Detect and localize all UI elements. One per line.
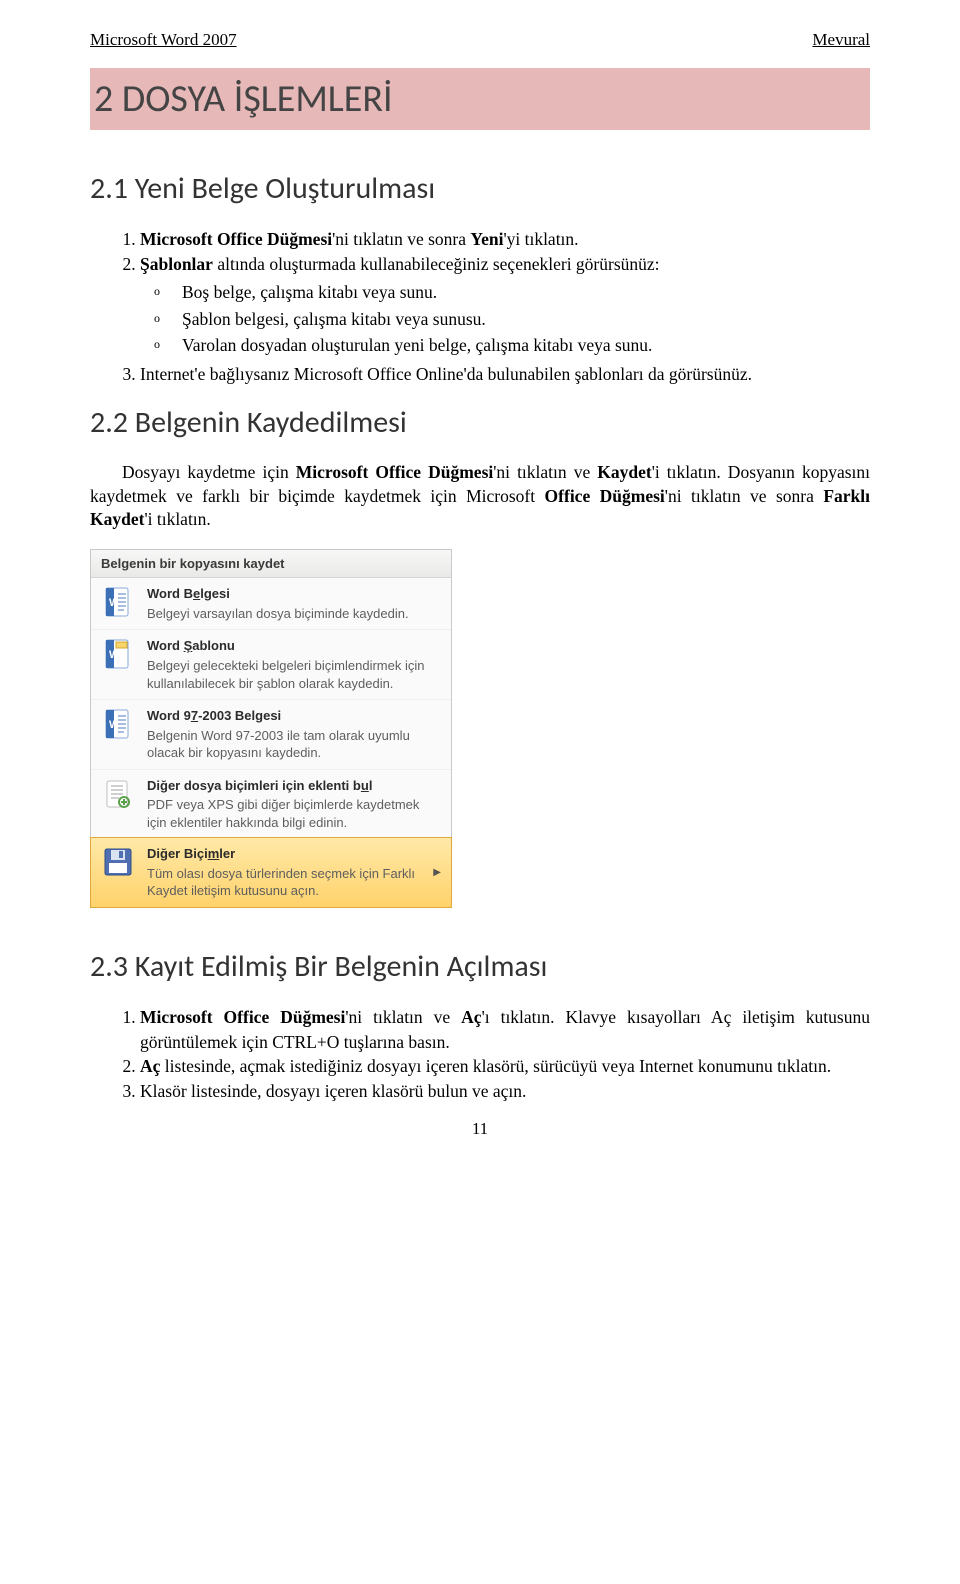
step-2-subitems: oBoş belge, çalışma kitabı veya sunu. oŞ…	[140, 280, 870, 358]
section-2-2-paragraph: Dosyayı kaydetme için Microsoft Office D…	[90, 461, 870, 532]
s23-step-1: Microsoft Office Düğmesi'ni tıklatın ve …	[140, 1005, 870, 1054]
menu-item-word-template[interactable]: W Word Şablonu Belgeyi gelecekteki belge…	[91, 629, 451, 699]
step1-bold2: Yeni	[470, 229, 503, 249]
menu-item-desc: Belgeyi varsayılan dosya biçiminde kayde…	[147, 605, 441, 623]
menu-item-title: Word Belgesi	[147, 585, 441, 603]
step2-bold: Şablonlar	[140, 254, 213, 274]
menu-item-desc: Belgenin Word 97-2003 ile tam olarak uyu…	[147, 727, 441, 762]
section-2-1-title: 2.1 Yeni Belge Oluşturulması	[90, 170, 870, 207]
sub-2: oŞablon belgesi, çalışma kitabı veya sun…	[182, 307, 870, 332]
sub-3: oVarolan dosyadan oluşturulan yeni belge…	[182, 333, 870, 358]
page-number: 11	[90, 1119, 870, 1139]
chevron-right-icon: ▶	[427, 867, 441, 878]
section-2-3-title: 2.3 Kayıt Edilmiş Bir Belgenin Açılması	[90, 948, 870, 985]
menu-item-title: Word 97-2003 Belgesi	[147, 707, 441, 725]
menu-item-word-document[interactable]: W Word Belgesi Belgeyi varsayılan dosya …	[91, 578, 451, 629]
menu-item-desc: Tüm olası dosya türlerinden seçmek için …	[147, 865, 427, 900]
header-right: Mevural	[812, 30, 870, 50]
svg-text:W: W	[109, 597, 120, 609]
sub-1: oBoş belge, çalışma kitabı veya sunu.	[182, 280, 870, 305]
menu-item-word-97-2003[interactable]: W Word 97-2003 Belgesi Belgenin Word 97-…	[91, 699, 451, 769]
chapter-title: 2 DOSYA İŞLEMLERİ	[90, 68, 870, 130]
menu-item-desc: PDF veya XPS gibi diğer biçimlerde kayde…	[147, 796, 441, 831]
menu-item-title: Word Şablonu	[147, 637, 441, 655]
s23-step-2: Aç listesinde, açmak istediğiniz dosyayı…	[140, 1054, 870, 1079]
menu-item-find-addins[interactable]: Diğer dosya biçimleri için eklenti bul P…	[91, 769, 451, 839]
section-2-3-steps: Microsoft Office Düğmesi'ni tıklatın ve …	[90, 1005, 870, 1103]
menu-item-other-formats[interactable]: Diğer Biçimler Tüm olası dosya türlerind…	[90, 837, 452, 908]
s23-step-3: Klasör listesinde, dosyayı içeren klasör…	[140, 1079, 870, 1104]
header-left: Microsoft Word 2007	[90, 30, 237, 50]
step-1: Microsoft Office Düğmesi'ni tıklatın ve …	[140, 227, 870, 252]
word-document-icon: W	[101, 585, 135, 619]
menu-item-title: Diğer Biçimler	[147, 845, 427, 863]
saveas-icon	[101, 845, 135, 879]
step1-bold1: Microsoft Office Düğmesi	[140, 229, 332, 249]
section-2-1-steps: Microsoft Office Düğmesi'ni tıklatın ve …	[90, 227, 870, 386]
step-2: Şablonlar altında oluşturmada kullanabil…	[140, 252, 870, 358]
save-as-menu-panel: Belgenin bir kopyasını kaydet W Word Bel…	[90, 549, 452, 908]
svg-text:W: W	[109, 649, 120, 661]
menu-item-title: Diğer dosya biçimleri için eklenti bul	[147, 777, 441, 795]
menu-item-desc: Belgeyi gelecekteki belgeleri biçimlendi…	[147, 657, 441, 692]
svg-text:W: W	[109, 719, 120, 731]
addin-icon	[101, 777, 135, 811]
menu-header: Belgenin bir kopyasını kaydet	[91, 550, 451, 578]
word-template-icon: W	[101, 637, 135, 671]
section-2-2-title: 2.2 Belgenin Kaydedilmesi	[90, 404, 870, 441]
page-header: Microsoft Word 2007 Mevural	[90, 30, 870, 50]
word-97-icon: W	[101, 707, 135, 741]
step-3: Internet'e bağlıysanız Microsoft Office …	[140, 362, 870, 387]
